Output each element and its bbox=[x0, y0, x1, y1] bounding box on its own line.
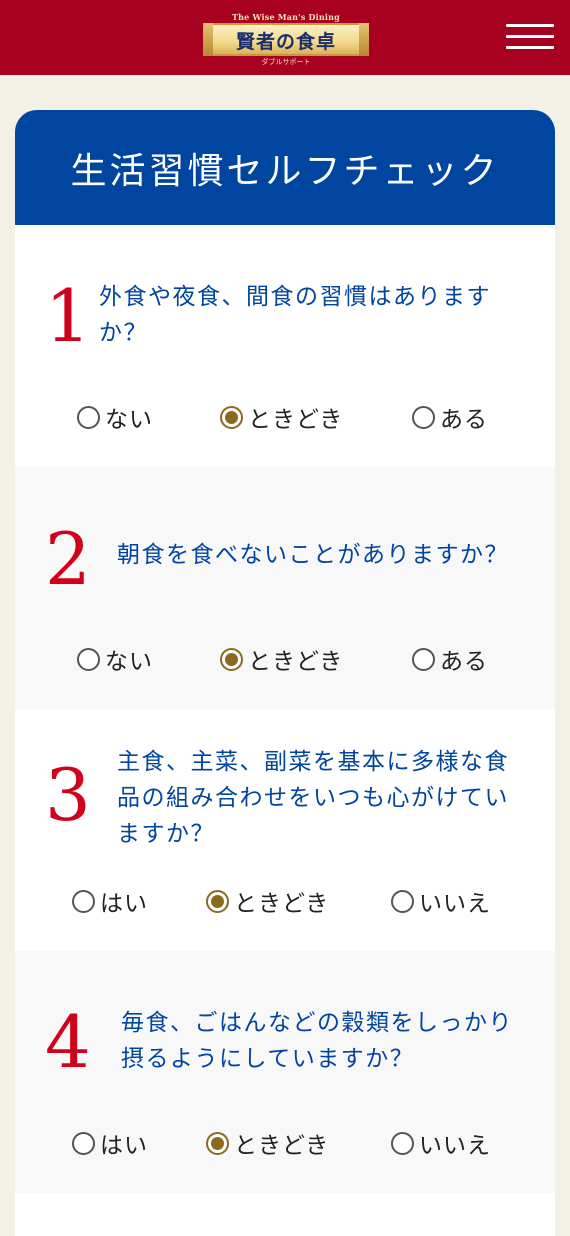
answer-options: ない ときどき ある bbox=[15, 641, 555, 677]
radio-button-selected[interactable] bbox=[206, 889, 229, 913]
question-number: 3 bbox=[45, 753, 91, 837]
menu-bar-top bbox=[506, 24, 554, 27]
question-text: 主食、主菜、副菜を基本に多様な食品の組み合わせをいつも心がけていますか？ bbox=[117, 749, 509, 847]
radio-button[interactable] bbox=[72, 1131, 95, 1155]
answer-options: はい ときどき いいえ bbox=[15, 1125, 555, 1161]
answer-options: はい ときどき いいえ bbox=[15, 883, 555, 919]
question-text: 毎食、ごはんなどの穀類をしっかり摂るようにしていますか？ bbox=[121, 1010, 513, 1072]
self-check-card: 生活習慣セルフチェック 1 外食や夜食、間食の習慣はありますか？ ない ときどき… bbox=[15, 110, 555, 1236]
option-label: ない bbox=[105, 649, 153, 675]
question-number: 2 bbox=[45, 517, 91, 601]
option-iie[interactable]: いいえ bbox=[391, 1125, 491, 1161]
option-label: ときどき bbox=[234, 1133, 330, 1159]
radio-button[interactable] bbox=[412, 647, 435, 671]
option-aru[interactable]: ある bbox=[412, 641, 488, 677]
option-aru[interactable]: ある bbox=[412, 399, 488, 435]
option-hai[interactable]: はい bbox=[72, 883, 148, 919]
option-label: いいえ bbox=[419, 1133, 491, 1159]
option-label: ときどき bbox=[234, 891, 330, 917]
option-hai[interactable]: はい bbox=[72, 1125, 148, 1161]
option-tokidoki[interactable]: ときどき bbox=[220, 399, 343, 435]
site-logo[interactable]: The Wise Man's Dining 賢者の食卓 ダブルサポート bbox=[203, 12, 369, 66]
logo-title: 賢者の食卓 bbox=[235, 31, 336, 53]
option-label: ときどき bbox=[248, 649, 344, 675]
radio-button[interactable] bbox=[391, 889, 414, 913]
hamburger-menu-icon[interactable] bbox=[506, 24, 556, 50]
radio-button[interactable] bbox=[77, 647, 100, 671]
menu-bar-middle bbox=[506, 35, 554, 38]
option-tokidoki[interactable]: ときどき bbox=[206, 1125, 329, 1161]
logo-tagline: The Wise Man's Dining bbox=[232, 12, 340, 22]
radio-button-selected[interactable] bbox=[206, 1131, 229, 1155]
question-text: 朝食を食べないことがありますか？ bbox=[117, 542, 509, 568]
option-label: ない bbox=[105, 407, 153, 433]
menu-bar-bottom bbox=[506, 46, 554, 49]
option-nai[interactable]: ない bbox=[77, 641, 153, 677]
option-label: いいえ bbox=[419, 891, 491, 917]
radio-button[interactable] bbox=[391, 1131, 414, 1155]
question-3: 3 主食、主菜、副菜を基本に多様な食品の組み合わせをいつも心がけていますか？ は… bbox=[15, 709, 555, 951]
option-label: はい bbox=[100, 1133, 148, 1159]
radio-button-selected[interactable] bbox=[220, 405, 243, 429]
question-text: 外食や夜食、間食の習慣はありますか？ bbox=[99, 284, 491, 346]
radio-button-selected[interactable] bbox=[220, 647, 243, 671]
radio-button[interactable] bbox=[77, 405, 100, 429]
option-tokidoki[interactable]: ときどき bbox=[206, 883, 329, 919]
question-2: 2 朝食を食べないことがありますか？ ない ときどき ある bbox=[15, 467, 555, 709]
logo-plate: 賢者の食卓 bbox=[203, 23, 369, 56]
question-number: 1 bbox=[45, 274, 91, 358]
question-1: 1 外食や夜食、間食の習慣はありますか？ ない ときどき ある bbox=[15, 225, 555, 467]
page-title: 生活習慣セルフチェック bbox=[15, 110, 555, 225]
logo-subtitle: ダブルサポート bbox=[261, 58, 311, 66]
question-number: 4 bbox=[45, 1000, 91, 1084]
question-4: 4 毎食、ごはんなどの穀類をしっかり摂るようにしていますか？ はい ときどき い… bbox=[15, 951, 555, 1193]
option-label: ある bbox=[440, 407, 488, 433]
radio-button[interactable] bbox=[72, 889, 95, 913]
answer-options: ない ときどき ある bbox=[15, 399, 555, 435]
option-iie[interactable]: いいえ bbox=[391, 883, 491, 919]
site-header: The Wise Man's Dining 賢者の食卓 ダブルサポート bbox=[0, 0, 570, 75]
radio-button[interactable] bbox=[412, 405, 435, 429]
option-nai[interactable]: ない bbox=[77, 399, 153, 435]
option-label: ある bbox=[440, 649, 488, 675]
option-label: はい bbox=[100, 891, 148, 917]
option-tokidoki[interactable]: ときどき bbox=[220, 641, 343, 677]
option-label: ときどき bbox=[248, 407, 344, 433]
